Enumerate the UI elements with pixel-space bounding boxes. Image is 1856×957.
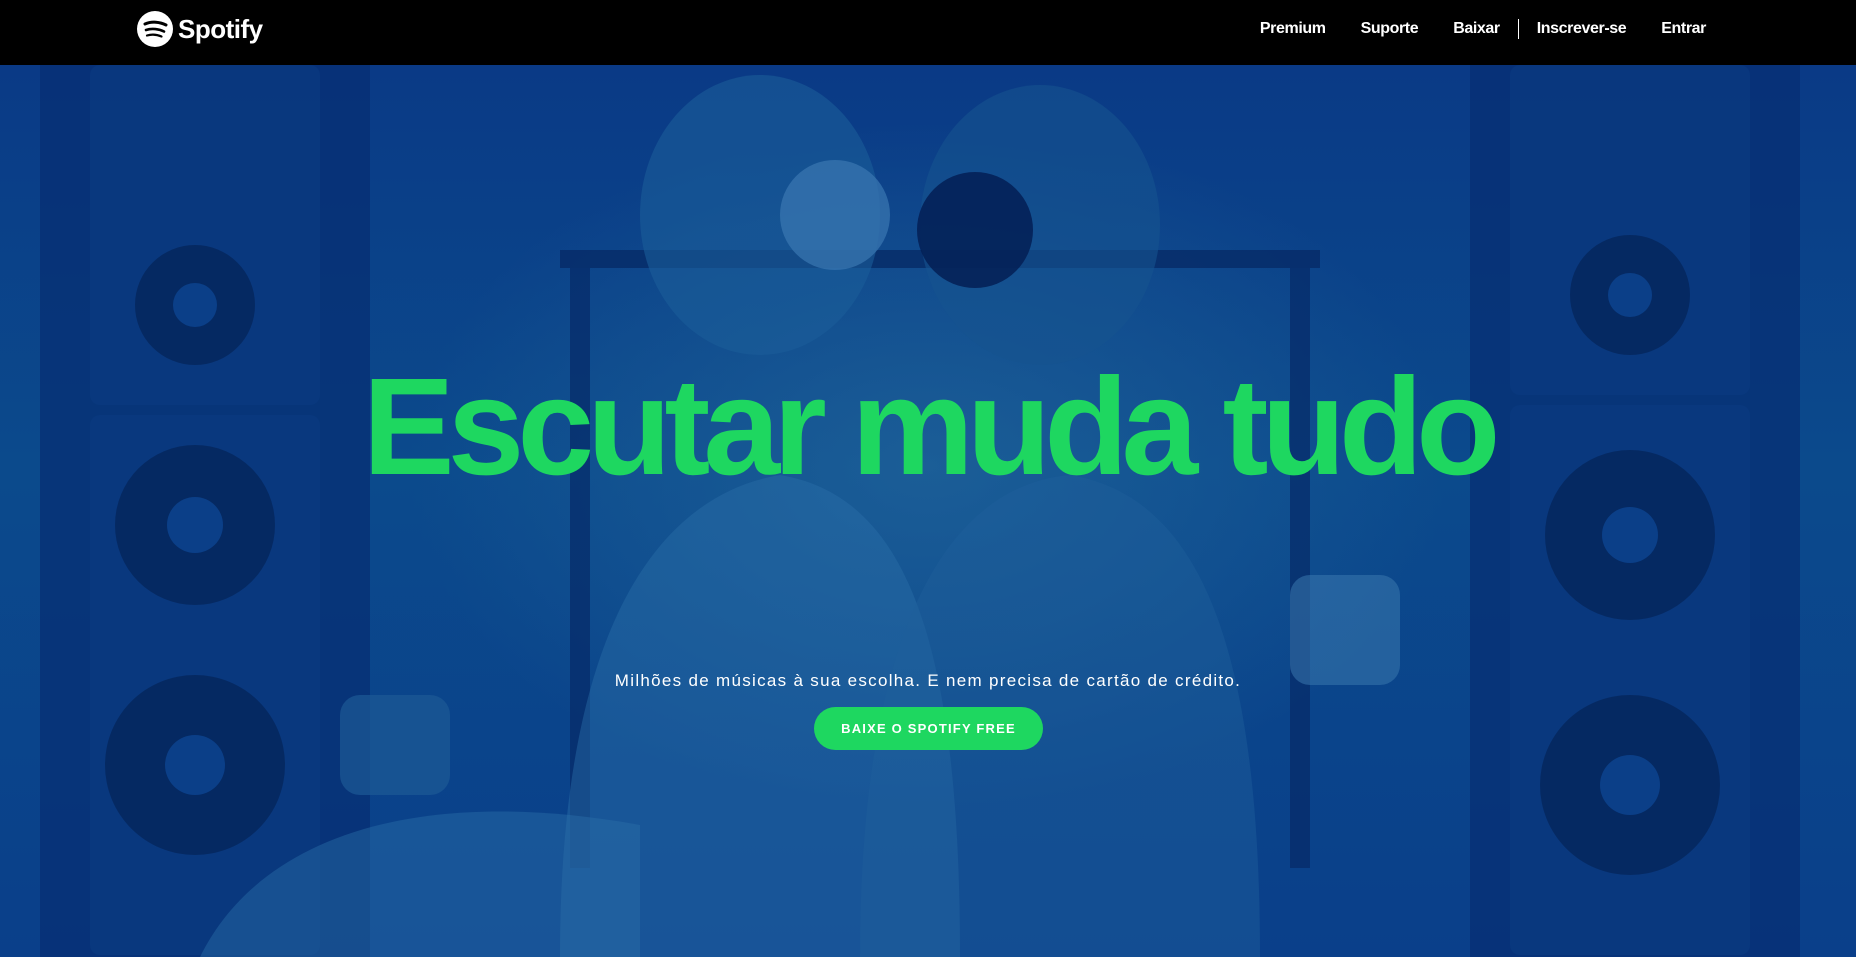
hero-section: Escutar muda tudo Milhões de músicas à s… (0, 65, 1856, 957)
nav-link-premium[interactable]: Premium (1260, 20, 1326, 38)
download-free-button[interactable]: BAIXE O SPOTIFY FREE (814, 707, 1043, 750)
nav-link-entrar[interactable]: Entrar (1661, 20, 1706, 38)
top-navigation-bar: Spotify Premium Suporte Baixar Inscrever… (0, 0, 1856, 65)
hero-title: Escutar muda tudo (362, 350, 1501, 504)
main-nav: Premium Suporte Baixar Inscrever-se Entr… (1225, 0, 1706, 58)
nav-link-baixar[interactable]: Baixar (1453, 20, 1500, 38)
logo-wordmark: Spotify (178, 13, 263, 44)
spotify-logo-icon (137, 11, 173, 47)
nav-link-suporte[interactable]: Suporte (1361, 20, 1419, 38)
hero-background-image (40, 65, 1800, 957)
nav-link-inscrever-se[interactable]: Inscrever-se (1537, 20, 1627, 38)
spotify-logo[interactable]: Spotify (136, 10, 263, 48)
nav-divider (1517, 19, 1519, 39)
hero-subtitle: Milhões de músicas à sua escolha. E nem … (614, 671, 1242, 690)
